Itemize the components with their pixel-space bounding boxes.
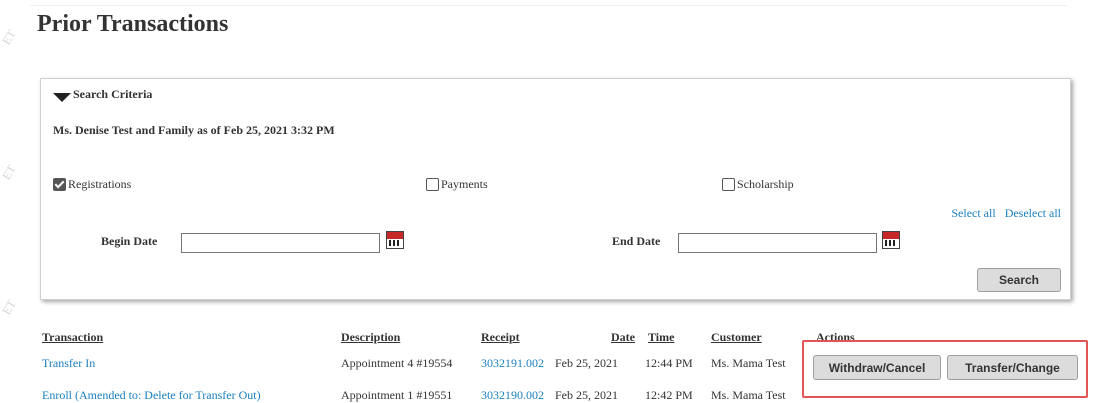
filter-payments-label: Payments bbox=[441, 177, 488, 191]
select-all-link[interactable]: Select all bbox=[951, 206, 995, 220]
actions-highlight-box: Withdraw/Cancel Transfer/Change bbox=[802, 340, 1088, 398]
filter-registrations-label: Registrations bbox=[68, 177, 132, 191]
checkbox-registrations[interactable] bbox=[53, 178, 66, 191]
end-date-label: End Date bbox=[612, 234, 661, 248]
transaction-link[interactable]: Transfer In bbox=[42, 356, 95, 371]
description-cell: Appointment 1 #19551 bbox=[341, 388, 453, 402]
calendar-icon[interactable] bbox=[386, 231, 404, 249]
transfer-change-button[interactable]: Transfer/Change bbox=[947, 355, 1078, 380]
receipt-link[interactable]: 3032191.002 bbox=[481, 356, 544, 371]
deselect-all-link[interactable]: Deselect all bbox=[1005, 206, 1061, 220]
description-cell: Appointment 4 #19554 bbox=[341, 356, 453, 370]
column-header-description[interactable]: Description bbox=[341, 330, 400, 345]
begin-date-input[interactable] bbox=[181, 233, 380, 253]
watermark: ET bbox=[0, 27, 19, 48]
column-header-customer[interactable]: Customer bbox=[711, 330, 762, 345]
column-header-date[interactable]: Date bbox=[611, 330, 635, 345]
filter-scholarship[interactable]: Scholarship bbox=[722, 177, 794, 192]
filter-scholarship-label: Scholarship bbox=[737, 177, 794, 191]
calendar-icon[interactable] bbox=[882, 231, 900, 249]
checkbox-scholarship[interactable] bbox=[722, 178, 735, 191]
customer-cell: Ms. Mama Test bbox=[711, 388, 786, 402]
column-header-receipt[interactable]: Receipt bbox=[481, 330, 520, 345]
triangle-down-icon bbox=[53, 93, 71, 102]
transaction-link[interactable]: Enroll (Amended to: Delete for Transfer … bbox=[42, 388, 261, 403]
begin-date-label: Begin Date bbox=[101, 234, 158, 248]
customer-cell: Ms. Mama Test bbox=[711, 356, 786, 370]
page-title: Prior Transactions bbox=[37, 11, 229, 37]
filter-payments[interactable]: Payments bbox=[426, 177, 488, 192]
receipt-link[interactable]: 3032190.002 bbox=[481, 388, 544, 403]
date-cell: Feb 25, 2021 bbox=[555, 388, 618, 402]
end-date-input[interactable] bbox=[678, 233, 877, 253]
family-as-of-text: Ms. Denise Test and Family as of Feb 25,… bbox=[53, 123, 335, 137]
time-cell: 12:44 PM bbox=[645, 356, 693, 370]
column-header-time[interactable]: Time bbox=[648, 330, 674, 345]
withdraw-cancel-button[interactable]: Withdraw/Cancel bbox=[813, 355, 941, 380]
search-criteria-label: Search Criteria bbox=[73, 87, 153, 101]
filter-registrations[interactable]: Registrations bbox=[53, 177, 131, 192]
date-cell: Feb 25, 2021 bbox=[555, 356, 618, 370]
checkbox-payments[interactable] bbox=[426, 178, 439, 191]
watermark: ET bbox=[0, 297, 19, 318]
time-cell: 12:42 PM bbox=[645, 388, 693, 402]
watermark: ET bbox=[0, 162, 19, 183]
search-button[interactable]: Search bbox=[977, 268, 1061, 292]
column-header-transaction[interactable]: Transaction bbox=[42, 330, 103, 345]
top-divider bbox=[30, 5, 1067, 6]
search-criteria-panel: Search Criteria Ms. Denise Test and Fami… bbox=[40, 78, 1071, 300]
search-criteria-toggle[interactable]: Search Criteria bbox=[53, 87, 152, 102]
select-links: Select all Deselect all bbox=[951, 206, 1061, 221]
